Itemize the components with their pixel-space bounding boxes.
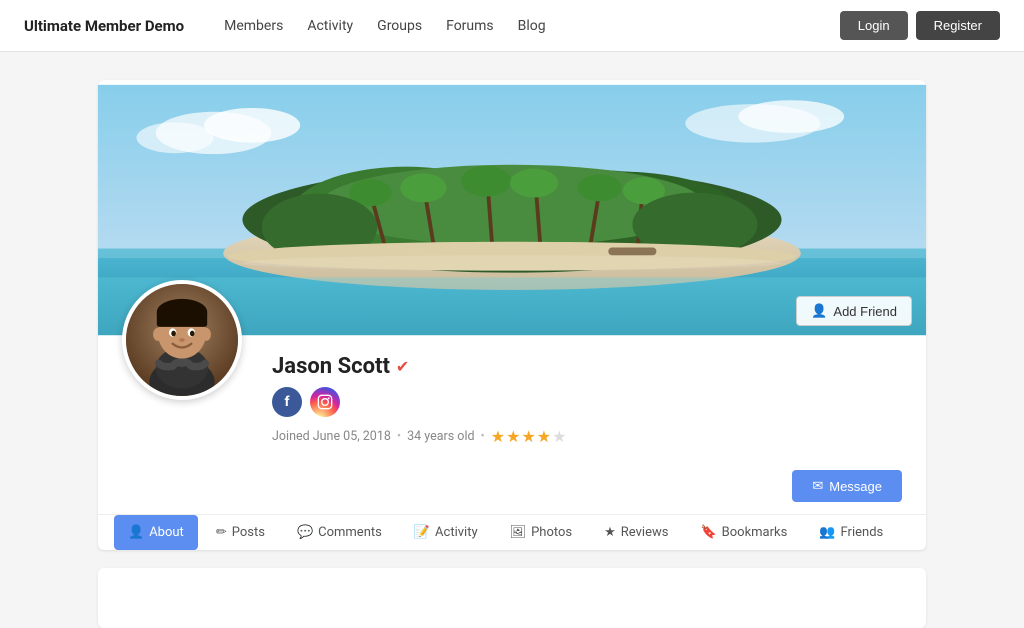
tab-bookmarks-label: Bookmarks bbox=[722, 525, 788, 540]
pencil-icon: ✏ bbox=[216, 525, 227, 540]
join-date: Joined June 05, 2018 bbox=[272, 429, 391, 444]
avatar-image bbox=[126, 284, 238, 396]
facebook-icon[interactable]: f bbox=[272, 387, 302, 417]
tab-activity-label: Activity bbox=[435, 525, 478, 540]
verified-icon: ✔ bbox=[396, 357, 409, 376]
message-button[interactable]: ✉ Message bbox=[792, 470, 902, 502]
nav-forums[interactable]: Forums bbox=[446, 18, 494, 34]
main-content: 👤 Add Friend bbox=[82, 80, 942, 628]
tab-posts-label: Posts bbox=[232, 525, 265, 540]
navbar: Ultimate Member Demo Members Activity Gr… bbox=[0, 0, 1024, 52]
tab-photos-label: Photos bbox=[531, 525, 572, 540]
tab-comments-label: Comments bbox=[318, 525, 382, 540]
user-age: 34 years old bbox=[407, 429, 474, 444]
photo-icon: 🖼 bbox=[510, 525, 527, 540]
content-section bbox=[98, 568, 926, 628]
profile-name-row: Jason Scott ✔ bbox=[272, 354, 902, 379]
star-2: ★ bbox=[506, 427, 520, 446]
star-icon: ★ bbox=[604, 525, 616, 540]
avatar bbox=[122, 280, 242, 400]
profile-info-area: Jason Scott ✔ f Joined June 05, 2018 bbox=[98, 340, 926, 462]
tab-activity[interactable]: 📝 Activity bbox=[400, 515, 492, 550]
nav-activity[interactable]: Activity bbox=[307, 18, 353, 34]
star-5: ★ bbox=[552, 427, 566, 446]
about-person-icon: 👤 bbox=[128, 525, 144, 540]
register-button[interactable]: Register bbox=[916, 11, 1000, 40]
tab-photos[interactable]: 🖼 Photos bbox=[496, 515, 587, 550]
bubble-icon: 💬 bbox=[297, 525, 313, 540]
tab-friends[interactable]: 👥 Friends bbox=[805, 515, 897, 550]
person-icon: 👤 bbox=[811, 303, 827, 319]
nav-blog[interactable]: Blog bbox=[518, 18, 546, 34]
envelope-icon: ✉ bbox=[812, 478, 823, 494]
nav-links: Members Activity Groups Forums Blog bbox=[224, 18, 840, 34]
star-3: ★ bbox=[521, 427, 535, 446]
brand-logo: Ultimate Member Demo bbox=[24, 17, 184, 35]
tab-posts[interactable]: ✏ Posts bbox=[202, 515, 279, 550]
star-rating: ★ ★ ★ ★ ★ bbox=[491, 427, 567, 446]
edit-icon: 📝 bbox=[414, 525, 430, 540]
tab-about[interactable]: 👤 About bbox=[114, 515, 198, 550]
separator-dot-2: • bbox=[481, 429, 485, 444]
profile-name: Jason Scott bbox=[272, 354, 390, 379]
profile-card: 👤 Add Friend bbox=[98, 80, 926, 550]
add-friend-button[interactable]: 👤 Add Friend bbox=[796, 296, 912, 326]
message-label: Message bbox=[829, 479, 882, 494]
tab-about-label: About bbox=[149, 525, 184, 540]
nav-members[interactable]: Members bbox=[224, 18, 283, 34]
people-icon: 👥 bbox=[819, 525, 835, 540]
tab-reviews[interactable]: ★ Reviews bbox=[590, 515, 682, 550]
login-button[interactable]: Login bbox=[840, 11, 908, 40]
nav-groups[interactable]: Groups bbox=[377, 18, 422, 34]
instagram-icon[interactable] bbox=[310, 387, 340, 417]
star-1: ★ bbox=[491, 427, 505, 446]
tab-reviews-label: Reviews bbox=[621, 525, 669, 540]
tab-bookmarks[interactable]: 🔖 Bookmarks bbox=[686, 515, 801, 550]
tab-friends-label: Friends bbox=[841, 525, 884, 540]
message-row: ✉ Message bbox=[98, 462, 926, 514]
profile-meta: Joined June 05, 2018 • 34 years old • ★ … bbox=[272, 427, 902, 446]
social-icons: f bbox=[272, 387, 902, 417]
nav-actions: Login Register bbox=[840, 11, 1000, 40]
bookmark-icon: 🔖 bbox=[700, 525, 716, 540]
separator-dot: • bbox=[397, 429, 401, 444]
profile-text: Jason Scott ✔ f Joined June 05, 2018 bbox=[272, 340, 902, 446]
profile-tabs: 👤 About ✏ Posts 💬 Comments 📝 Activity 🖼 … bbox=[98, 514, 926, 550]
add-friend-label: Add Friend bbox=[833, 304, 897, 319]
star-4: ★ bbox=[537, 427, 551, 446]
tab-comments[interactable]: 💬 Comments bbox=[283, 515, 396, 550]
